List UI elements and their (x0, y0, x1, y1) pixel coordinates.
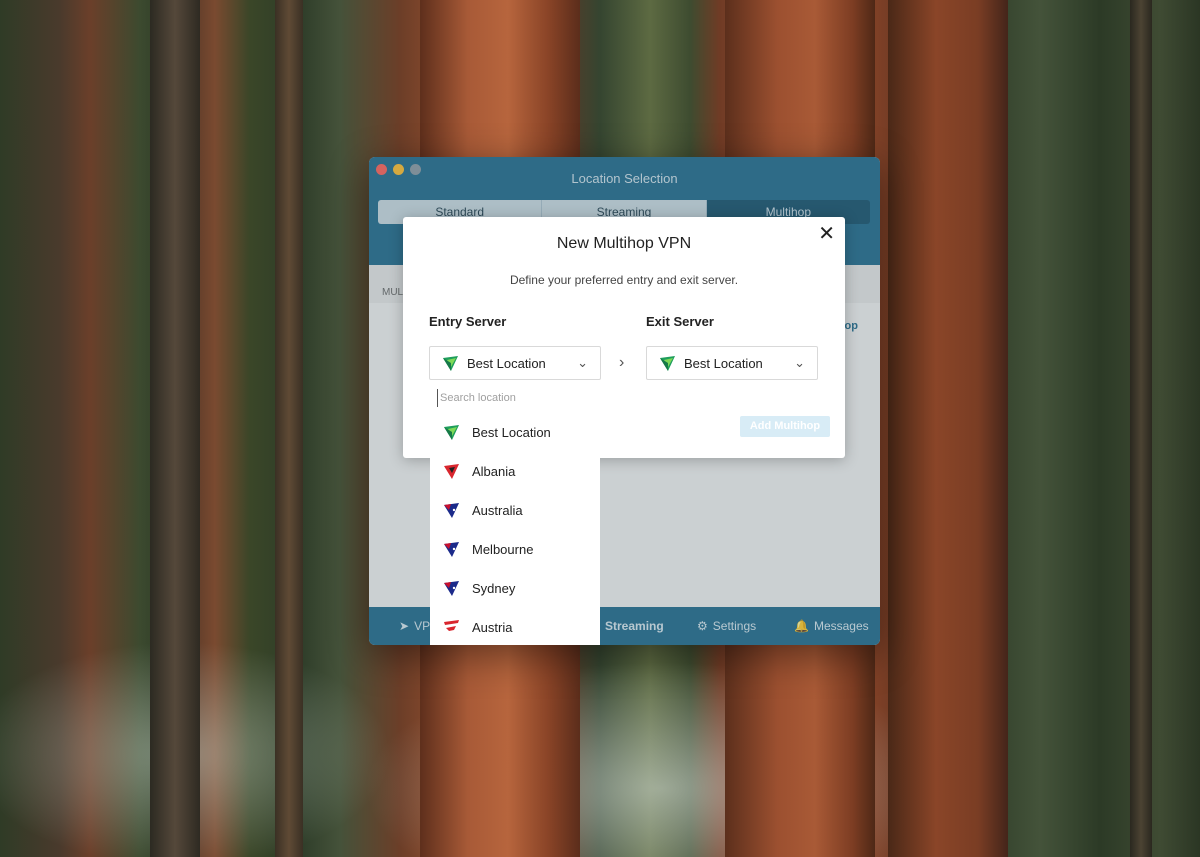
search-location-input[interactable] (437, 389, 587, 407)
chevron-right-icon: › (619, 354, 625, 371)
list-item-label: Austria (472, 619, 513, 635)
dialog-subtitle: Define your preferred entry and exit ser… (509, 273, 739, 287)
list-item[interactable]: Albania (430, 452, 600, 490)
australia-flag-icon (444, 541, 459, 557)
entry-server-label: Entry Server (429, 314, 507, 329)
tree-trunk (150, 0, 200, 857)
list-item[interactable]: Melbourne (430, 530, 600, 568)
list-item[interactable]: Austria (430, 608, 600, 646)
location-dropdown: Best Location Albania Australia Melbourn… (430, 413, 600, 645)
list-item-label: Sydney (472, 580, 516, 596)
exit-server-value: Best Location (684, 355, 763, 371)
entry-server-value: Best Location (467, 355, 546, 371)
exit-server-label: Exit Server (646, 314, 714, 329)
shield-icon (660, 355, 675, 371)
albania-flag-icon (444, 463, 459, 479)
list-item-label: Albania (472, 463, 516, 479)
add-multihop-button[interactable]: Add Multihop (740, 416, 830, 437)
list-item-label: Melbourne (472, 541, 534, 557)
list-item[interactable]: Sydney (430, 569, 600, 607)
entry-server-select[interactable]: Best Location ⌄ (429, 346, 601, 380)
tree-trunk (1130, 0, 1152, 857)
list-item-label: Australia (472, 502, 523, 518)
list-item[interactable]: Best Location (430, 413, 600, 451)
chevron-down-icon: ⌄ (794, 355, 805, 370)
australia-flag-icon (444, 502, 459, 518)
list-item[interactable]: Australia (430, 491, 600, 529)
tree-trunk (275, 0, 303, 857)
exit-server-select[interactable]: Best Location ⌄ (646, 346, 818, 380)
list-item-label: Best Location (472, 424, 551, 440)
shield-icon (443, 355, 458, 371)
dialog-title: New Multihop VPN (556, 235, 692, 252)
chevron-down-icon: ⌄ (577, 355, 588, 370)
austria-flag-icon (444, 619, 459, 631)
australia-flag-icon (444, 580, 459, 596)
best-location-flag-icon (444, 424, 459, 440)
tree-trunk (888, 0, 1008, 857)
